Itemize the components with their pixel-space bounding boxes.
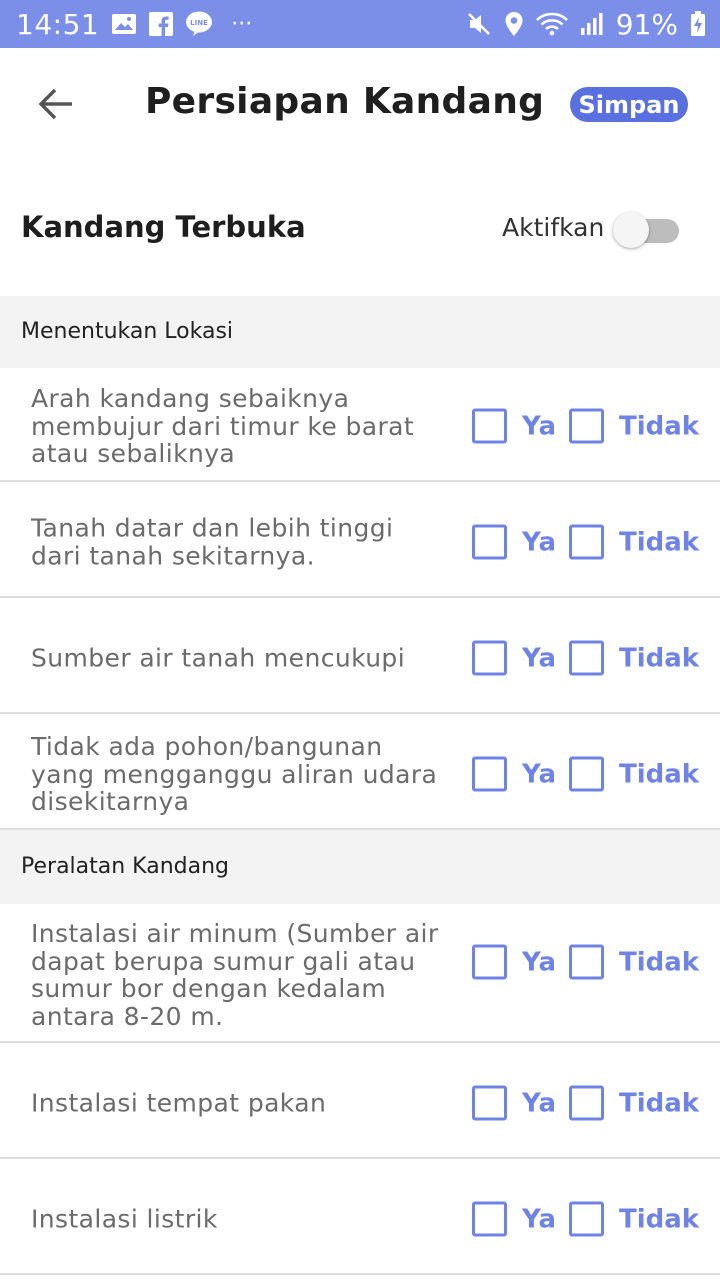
- list-item: Sumber air tanah mencukupi Ya Tidak: [0, 598, 720, 714]
- option-ya[interactable]: Ya: [472, 524, 556, 560]
- group-header-lokasi: Menentukan Lokasi: [0, 296, 720, 368]
- battery-charging-icon: [690, 11, 706, 37]
- mute-icon: [466, 11, 492, 37]
- option-label: Tidak: [619, 759, 700, 789]
- item-label: Instalasi listrik: [31, 1204, 218, 1234]
- checkbox-tidak[interactable]: [569, 944, 604, 980]
- list-item: Arah kandang sebaiknya membujur dari tim…: [0, 368, 720, 482]
- checkbox-ya[interactable]: [472, 944, 507, 980]
- option-ya[interactable]: Ya: [472, 1085, 556, 1121]
- checkbox-ya[interactable]: [472, 524, 507, 560]
- list-item: Tidak ada pohon/bangunan yang mengganggu…: [0, 714, 720, 830]
- checkbox-ya[interactable]: [472, 1201, 507, 1237]
- toggle-label: Aktifkan: [502, 213, 605, 242]
- image-icon: [111, 13, 137, 35]
- section-title: Kandang Terbuka: [21, 210, 306, 244]
- checkbox-tidak[interactable]: [569, 1085, 604, 1121]
- wifi-icon: [535, 12, 568, 36]
- option-label: Tidak: [619, 947, 700, 977]
- status-bar-right: 91%: [466, 8, 706, 41]
- line-icon: LINE: [185, 11, 213, 37]
- option-label: Ya: [522, 1204, 556, 1234]
- option-label: Ya: [522, 643, 556, 673]
- status-bar-left: 14:51 LINE ···: [16, 8, 252, 41]
- option-label: Tidak: [619, 527, 700, 557]
- list-item: Instalasi air minum (Sumber air dapat be…: [0, 904, 720, 1043]
- save-button[interactable]: Simpan: [570, 87, 688, 122]
- checkbox-ya[interactable]: [472, 1085, 507, 1121]
- item-label: Sumber air tanah mencukupi: [31, 643, 406, 673]
- arrow-back-icon: [38, 88, 72, 120]
- signal-icon: [580, 12, 604, 36]
- option-ya[interactable]: Ya: [472, 756, 556, 792]
- activate-toggle[interactable]: [613, 210, 681, 248]
- checkbox-tidak[interactable]: [569, 756, 604, 792]
- checkbox-tidak[interactable]: [569, 524, 604, 560]
- group-title: Menentukan Lokasi: [21, 319, 234, 344]
- location-icon: [504, 11, 524, 37]
- page-title: Persiapan Kandang: [145, 81, 545, 122]
- status-bar: 14:51 LINE ··· 91%: [0, 0, 720, 48]
- option-label: Ya: [522, 759, 556, 789]
- section-header: Kandang Terbuka Aktifkan: [0, 160, 720, 296]
- option-label: Tidak: [619, 643, 700, 673]
- toggle-thumb: [613, 212, 649, 248]
- option-ya[interactable]: Ya: [472, 1201, 556, 1237]
- checkbox-tidak[interactable]: [569, 640, 604, 676]
- option-label: Tidak: [619, 411, 700, 441]
- option-ya[interactable]: Ya: [472, 944, 556, 980]
- item-label: Instalasi tempat pakan: [31, 1088, 327, 1118]
- checkbox-ya[interactable]: [472, 640, 507, 676]
- option-tidak[interactable]: Tidak: [569, 944, 700, 980]
- item-label: Arah kandang sebaiknya membujur dari tim…: [31, 383, 415, 468]
- option-label: Ya: [522, 947, 556, 977]
- battery-percentage: 91%: [615, 7, 678, 41]
- item-label: Tanah datar dan lebih tinggi dari tanah …: [31, 513, 394, 570]
- checkbox-ya[interactable]: [472, 408, 507, 444]
- option-tidak[interactable]: Tidak: [569, 640, 700, 676]
- option-tidak[interactable]: Tidak: [569, 756, 700, 792]
- facebook-icon: [149, 12, 174, 36]
- checkbox-tidak[interactable]: [569, 408, 604, 444]
- item-label: Instalasi air minum (Sumber air dapat be…: [31, 919, 439, 1031]
- item-label: Tidak ada pohon/bangunan yang mengganggu…: [31, 731, 438, 816]
- group-title: Peralatan Kandang: [21, 854, 230, 879]
- option-label: Ya: [522, 1088, 556, 1118]
- option-label: Tidak: [619, 1204, 700, 1234]
- option-tidak[interactable]: Tidak: [569, 1201, 700, 1237]
- app-bar: Persiapan Kandang Simpan: [0, 48, 720, 160]
- option-ya[interactable]: Ya: [472, 640, 556, 676]
- option-tidak[interactable]: Tidak: [569, 408, 700, 444]
- more-icon: ···: [231, 11, 253, 37]
- option-tidak[interactable]: Tidak: [569, 524, 700, 560]
- svg-text:LINE: LINE: [190, 19, 208, 27]
- list-item: Instalasi listrik Ya Tidak: [0, 1159, 720, 1275]
- option-ya[interactable]: Ya: [472, 408, 556, 444]
- back-button[interactable]: [30, 82, 82, 126]
- option-label: Ya: [522, 411, 556, 441]
- status-time: 14:51: [16, 7, 100, 41]
- checkbox-ya[interactable]: [472, 756, 507, 792]
- list-item: Tanah datar dan lebih tinggi dari tanah …: [0, 482, 720, 598]
- option-tidak[interactable]: Tidak: [569, 1085, 700, 1121]
- list-item: Instalasi tempat pakan Ya Tidak: [0, 1043, 720, 1159]
- checkbox-tidak[interactable]: [569, 1201, 604, 1237]
- group-header-peralatan: Peralatan Kandang: [0, 830, 720, 904]
- option-label: Ya: [522, 527, 556, 557]
- option-label: Tidak: [619, 1088, 700, 1118]
